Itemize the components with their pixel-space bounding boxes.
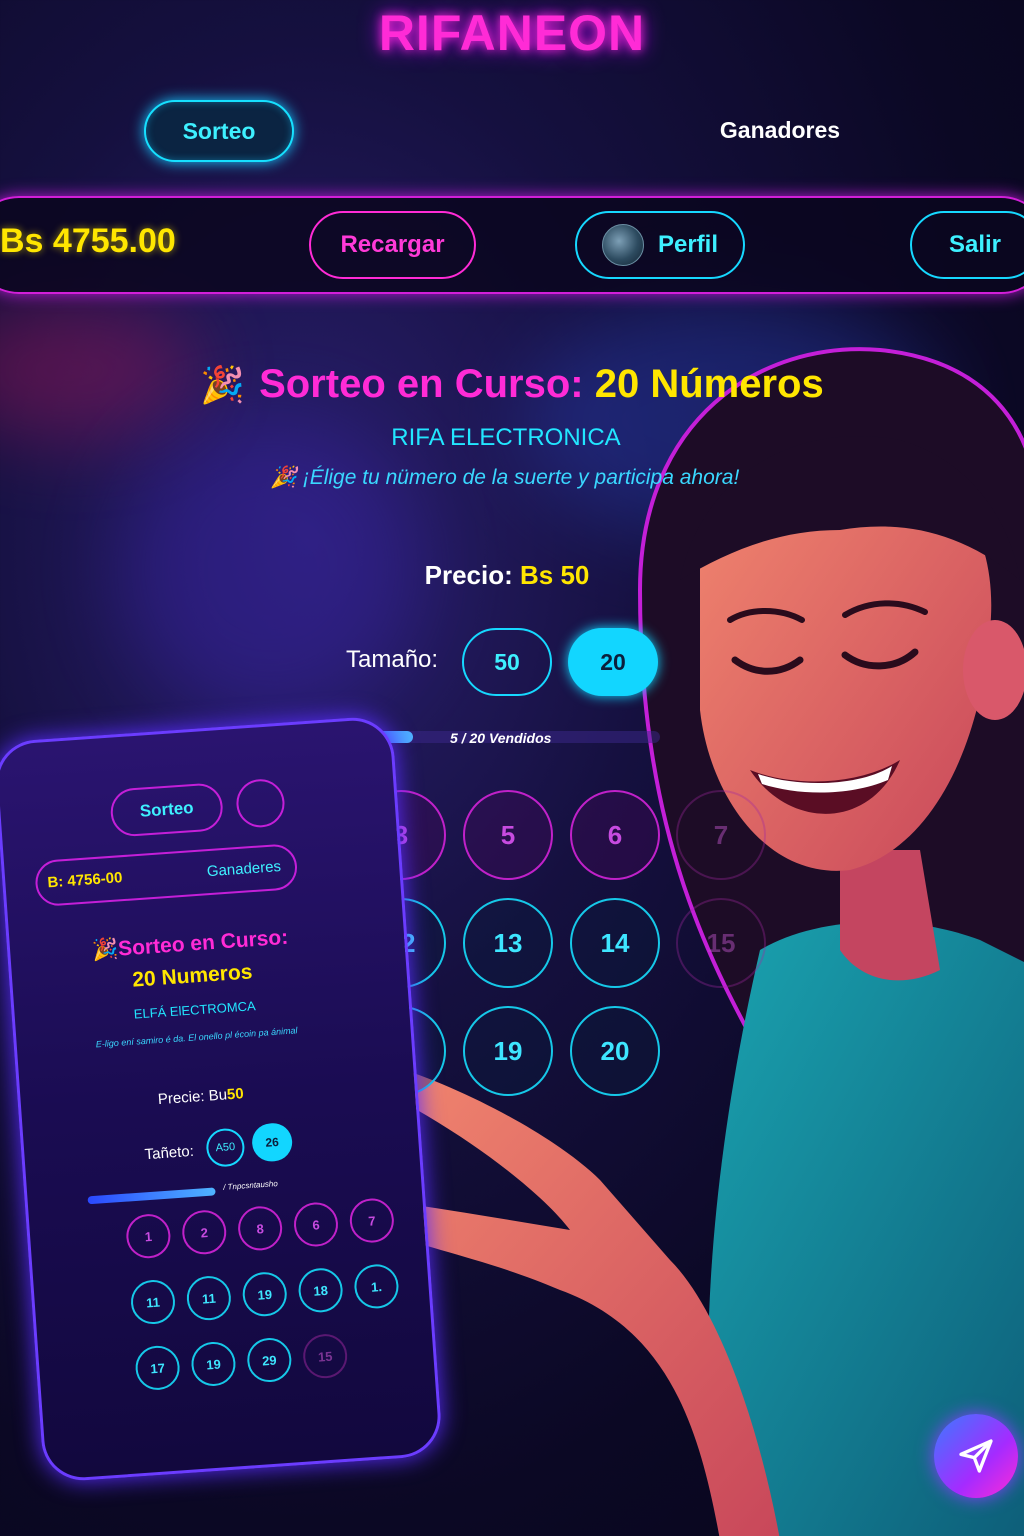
raffle-number: 15	[676, 898, 766, 988]
phone-raffle-number: 7	[348, 1197, 396, 1245]
nav-tab-sorteo[interactable]: Sorteo	[144, 100, 294, 162]
phone-raffle-number: 29	[245, 1336, 293, 1384]
sales-progress-text: 5 / 20 Vendidos	[450, 730, 552, 746]
raffle-number: 7	[676, 790, 766, 880]
raffle-tagline-text: ¡Élige tu nümero de la suerte y particip…	[302, 466, 740, 489]
paper-plane-icon	[959, 1439, 993, 1473]
raffle-number[interactable]: 14	[570, 898, 660, 988]
party-popper-icon: 🎉	[91, 937, 119, 963]
phone-price-label: Precie: Bu	[157, 1086, 228, 1109]
wallet-balance: Bs 4755.00	[0, 222, 176, 260]
raffle-title-prefix: Sorteo en Curso:	[259, 362, 584, 406]
phone-progress-bar	[87, 1187, 216, 1205]
phone-menu-circle	[234, 777, 287, 829]
phone-tab-ganadores: Ganaderes	[206, 858, 282, 881]
phone-raffle-number: 1	[124, 1212, 172, 1260]
phone-raffle-title: 🎉Sorteo en Curso: 20 Numeros	[39, 918, 343, 1003]
phone-raffle-number: 15	[301, 1332, 349, 1380]
phone-raffle-number: 1.	[352, 1262, 400, 1310]
phone-account-bar: B: 4756-00 Ganaderes	[33, 842, 299, 908]
size-option-20[interactable]: 20	[568, 628, 658, 696]
logout-button[interactable]: Salir	[910, 211, 1024, 279]
phone-raffle-number: 18	[297, 1266, 345, 1314]
price-value: Bs 50	[520, 560, 590, 590]
raffle-number[interactable]: 13	[463, 898, 553, 988]
phone-price: Precie: Bu50	[51, 1078, 351, 1116]
raffle-tagline: 🎉 ¡Élige tu nümero de la suerte y partic…	[0, 466, 1010, 490]
phone-raffle-number: 17	[134, 1344, 182, 1392]
size-option-50[interactable]: 50	[462, 628, 552, 696]
phone-balance: B: 4756-00	[46, 869, 123, 892]
phone-raffle-number: 6	[292, 1200, 340, 1248]
phone-size-option-selected: 26	[250, 1121, 294, 1163]
phone-raffle-number: 19	[241, 1270, 289, 1318]
raffle-number[interactable]: 19	[463, 1006, 553, 1096]
phone-raffle-number: 2	[180, 1208, 228, 1256]
recharge-button[interactable]: Recargar	[309, 211, 476, 279]
phone-raffle-number: 11	[129, 1278, 177, 1326]
avatar	[601, 224, 644, 266]
sparkle-icon: 🎉	[270, 466, 297, 489]
phone-tagline: E-ligo ení samiro é da. El onello pl éco…	[95, 1025, 298, 1050]
phone-tab-sorteo: Sorteo	[109, 782, 225, 838]
send-button[interactable]	[934, 1414, 1018, 1498]
party-popper-icon: 🎉	[200, 364, 246, 405]
raffle-title: 🎉 Sorteo en Curso: 20 Números	[0, 362, 1024, 407]
raffle-subtitle: RIFA ELECTRONICA	[391, 424, 621, 451]
phone-title-prefix: Sorteo en Curso:	[117, 925, 289, 961]
profile-label: Perfil	[657, 231, 719, 258]
size-label: Tamaño:	[346, 646, 439, 673]
raffle-number[interactable]: 5	[463, 790, 553, 880]
raffle-title-count: 20 Números	[594, 362, 824, 406]
nav-tab-ganadores[interactable]: Ganadores	[690, 110, 870, 150]
phone-price-value: 50	[226, 1085, 245, 1104]
profile-button[interactable]: Perfil	[575, 211, 745, 279]
raffle-number[interactable]: 6	[570, 790, 660, 880]
price-label: Precio:	[424, 560, 513, 590]
brand-logo: RIFANEON	[378, 5, 646, 61]
phone-title-count: 20 Numeros	[131, 960, 254, 992]
raffle-number[interactable]: 20	[570, 1006, 660, 1096]
ticket-price: Precio: Bs 50	[0, 560, 1014, 591]
phone-raffle-number: 11	[185, 1274, 233, 1322]
phone-size-option: A50	[205, 1127, 246, 1168]
phone-size-label: Tañeto:	[144, 1142, 195, 1164]
phone-progress-text: / Tnpcsntausho	[222, 1179, 279, 1192]
phone-mockup: Sorteo B: 4756-00 Ganaderes 🎉Sorteo en C…	[0, 714, 444, 1484]
phone-raffle-number: 8	[236, 1204, 284, 1252]
phone-raffle-number: 19	[189, 1340, 237, 1388]
